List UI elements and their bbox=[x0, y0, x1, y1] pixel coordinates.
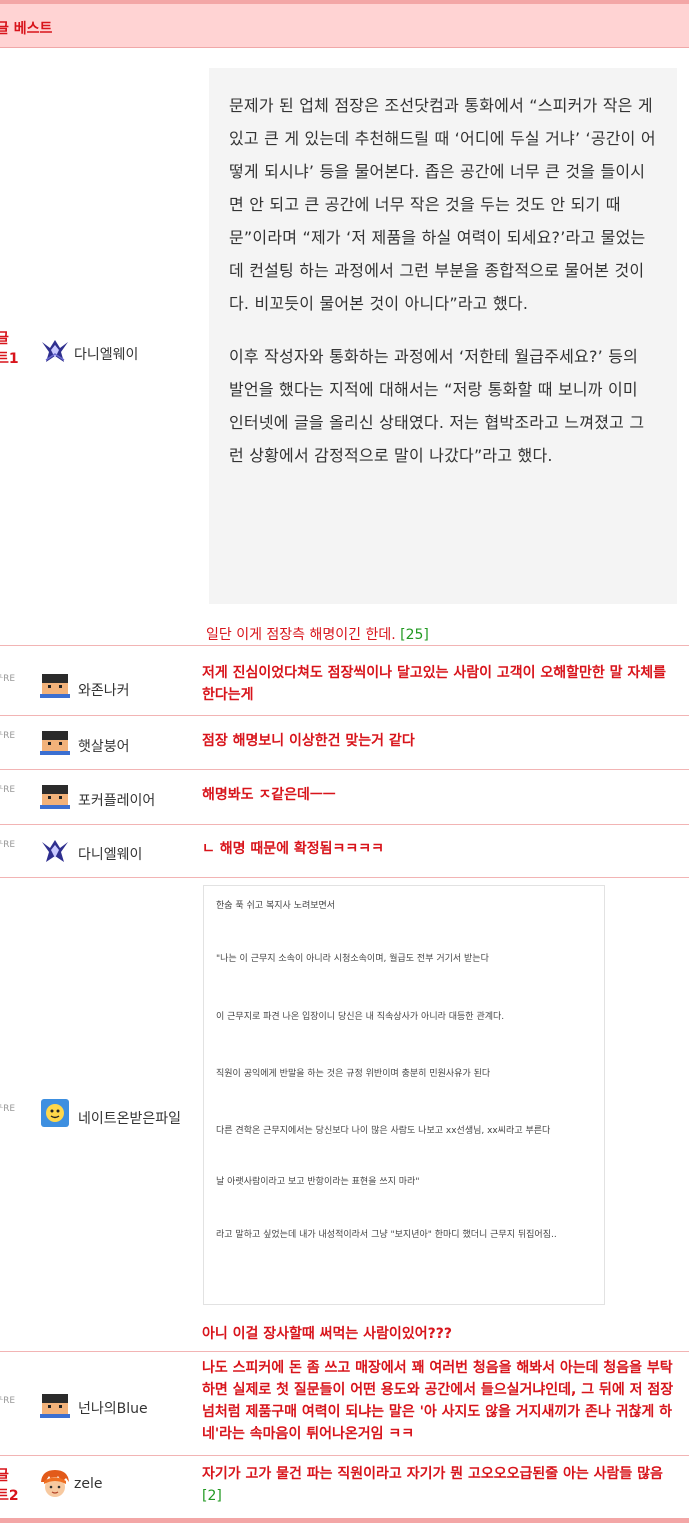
quote-line: 이 근무지로 파견 나온 입장이니 당신은 내 직속상사가 아니라 대등한 관계… bbox=[216, 1012, 505, 1022]
reply-marker: ᴸRE bbox=[0, 785, 16, 795]
best-badge: 글 트2 bbox=[0, 1468, 19, 1504]
comment-author[interactable]: zele bbox=[74, 1476, 102, 1492]
reply-row: ᴸRE 와존나커 저게 진심이었다쳐도 점장씩이나 달고있는 사람이 고객이 오… bbox=[0, 655, 689, 716]
comment-count[interactable]: [25] bbox=[400, 627, 429, 643]
quote-line: 한숨 푹 쉬고 복지사 노려보면서 bbox=[216, 901, 336, 911]
article-quote: 문제가 된 업체 점장은 조선닷컴과 통화에서 “스피커가 작은 게 있고 큰 … bbox=[209, 68, 677, 604]
reply-marker: ᴸRE bbox=[0, 840, 16, 850]
quote-line: 다른 견학온 근무지에서는 당신보다 나이 많은 사람도 나보고 xx선생님, … bbox=[216, 1126, 551, 1136]
article-paragraph: 이후 작성자와 통화하는 과정에서 ‘저한테 월급주세요?’ 등의 발언을 했다… bbox=[229, 347, 645, 465]
reply-row: ᴸRE 햇살붕어 점장 해명보니 이상한건 맞는거 같다 bbox=[0, 716, 689, 770]
reply-author[interactable]: 넌나의Blue bbox=[78, 1398, 148, 1418]
reply-author[interactable]: 다니엘웨이 bbox=[78, 844, 142, 864]
avatar-icon bbox=[41, 1470, 69, 1497]
post-author[interactable]: 다니엘웨이 bbox=[74, 344, 138, 364]
reply-marker: ᴸRE bbox=[0, 1396, 16, 1406]
quote-line: 날 아랫사람이라고 보고 반항이라는 표현을 쓰지 마라" bbox=[216, 1177, 420, 1187]
avatar-icon bbox=[42, 840, 68, 862]
comment-count[interactable]: [2] bbox=[202, 1488, 222, 1504]
avatar-icon bbox=[40, 674, 70, 698]
quote-line: "나는 이 근무지 소속이 아니라 시청소속이며, 월급도 전부 거기서 받는다 bbox=[216, 954, 489, 964]
reply-text: 저게 진심이었다쳐도 점장씩이나 달고있는 사람이 고객이 오해할만한 말 자체… bbox=[202, 665, 667, 703]
bottom-border bbox=[0, 1518, 689, 1523]
reply-marker: ᴸRE bbox=[0, 731, 16, 741]
quote-line: 직원이 공익에게 반말을 하는 것은 규정 위반이며 충분히 민원사유가 된다 bbox=[216, 1069, 491, 1079]
avatar-icon bbox=[40, 785, 70, 809]
section-header: 글 베스트 bbox=[0, 4, 689, 48]
avatar-icon bbox=[41, 1099, 69, 1127]
reply-image-quote: 한숨 푹 쉬고 복지사 노려보면서 "나는 이 근무지 소속이 아니라 시청소속… bbox=[203, 885, 605, 1305]
reply-text: 해명봐도 ㅈ같은데ㅡㅡ bbox=[202, 787, 336, 803]
section-title: 글 베스트 bbox=[0, 21, 53, 37]
quote-line: 라고 말하고 싶었는데 내가 내성적이라서 그냥 "보지년아" 한마디 했더니 … bbox=[216, 1230, 557, 1240]
best-badge: 글 트1 bbox=[0, 331, 19, 367]
reply-marker: ᴸRE bbox=[0, 674, 16, 684]
article-paragraph: 문제가 된 업체 점장은 조선닷컴과 통화에서 “스피커가 작은 게 있고 큰 … bbox=[229, 96, 656, 313]
best-comment-row: 글 트2 zele 자기가 고가 물건 파는 직원이라고 자기가 뭔 고오오오급… bbox=[0, 1456, 689, 1518]
reply-row: ᴸRE 넌나의Blue 나도 스피커에 돈 좀 쓰고 매장에서 꽤 여러번 청음… bbox=[0, 1352, 689, 1456]
post-row: 글 트1 다니엘웨이 문제가 된 업체 점장은 조선닷컴과 통화에서 “스피커가… bbox=[0, 48, 689, 646]
reply-marker: ᴸRE bbox=[0, 1104, 16, 1114]
avatar-icon bbox=[42, 340, 68, 362]
reply-author[interactable]: 포커플레이어 bbox=[78, 790, 155, 810]
reply-text: ㄴ 해명 때문에 확정됨ㅋㅋㅋㅋ bbox=[202, 841, 385, 857]
reply-row: ᴸRE 다니엘웨이 ㄴ 해명 때문에 확정됨ㅋㅋㅋㅋ bbox=[0, 825, 689, 878]
reply-text: 아니 이걸 장사할때 써먹는 사람이있어??? bbox=[202, 1326, 452, 1342]
post-caption: 일단 이게 점장측 해명이긴 한데. [25] bbox=[206, 627, 429, 643]
reply-author[interactable]: 네이트온받은파일 bbox=[78, 1108, 181, 1128]
reply-author[interactable]: 와존나커 bbox=[78, 680, 130, 700]
comment-text: 자기가 고가 물건 파는 직원이라고 자기가 뭔 고오오오급된줄 아는 사람들 … bbox=[202, 1466, 663, 1504]
avatar-icon bbox=[40, 1394, 70, 1418]
reply-row: ᴸRE 포커플레이어 해명봐도 ㅈ같은데ㅡㅡ bbox=[0, 770, 689, 825]
reply-text: 나도 스피커에 돈 좀 쓰고 매장에서 꽤 여러번 청음을 해봐서 아는데 청음… bbox=[202, 1360, 674, 1442]
reply-text: 점장 해명보니 이상한건 맞는거 같다 bbox=[202, 733, 415, 749]
reply-author[interactable]: 햇살붕어 bbox=[78, 736, 130, 756]
avatar-icon bbox=[40, 731, 70, 755]
